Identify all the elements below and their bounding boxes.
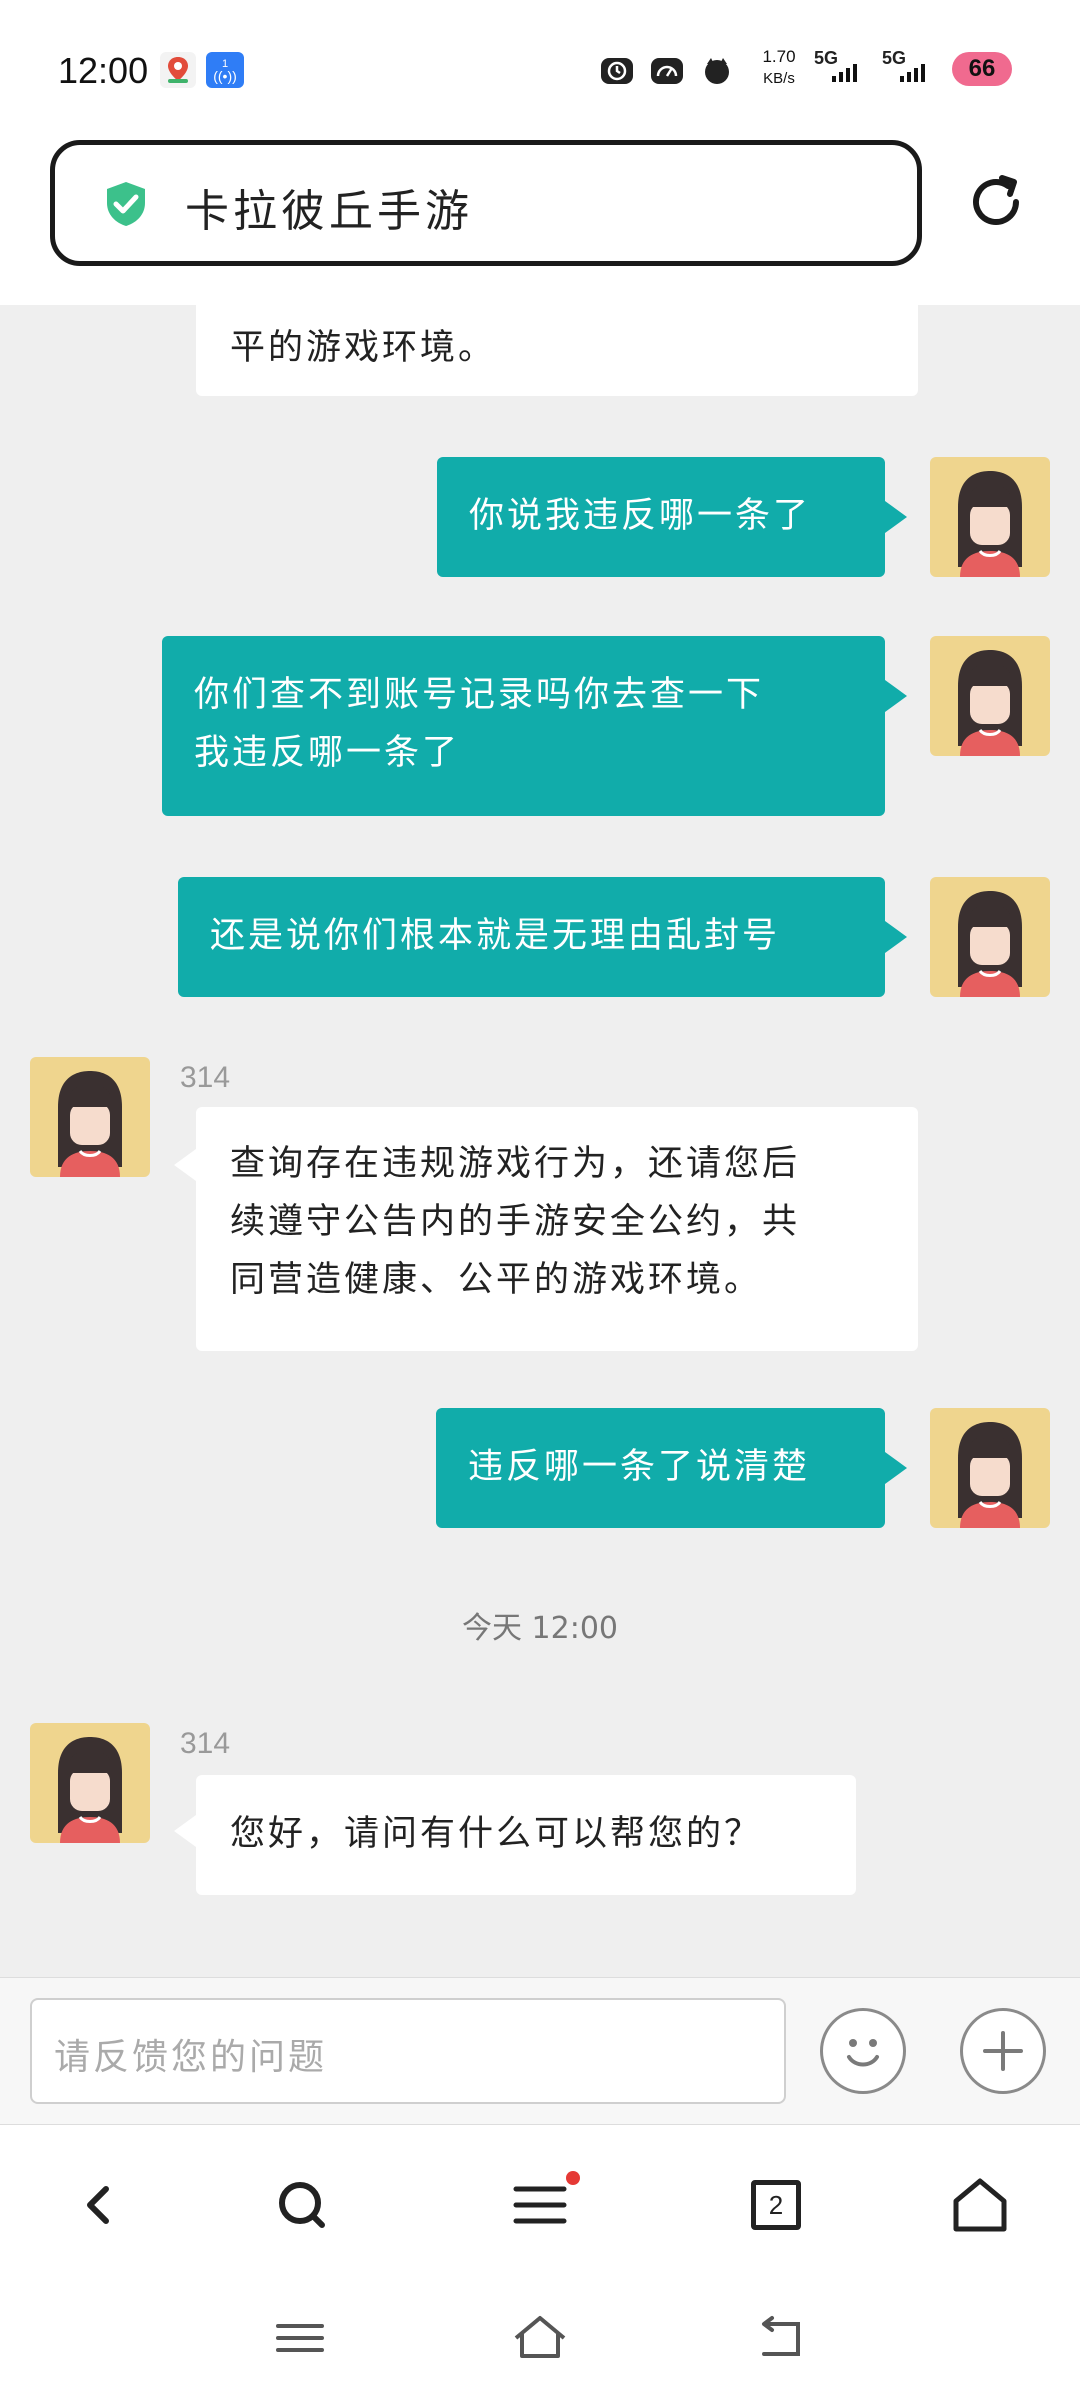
avatar[interactable] (930, 877, 1050, 997)
status-time: 12:00 (58, 50, 149, 91)
home-icon (953, 2178, 1007, 2232)
back-button[interactable] (60, 2165, 140, 2245)
message-bubble-outgoing: 违反哪一条了说清楚 (436, 1408, 885, 1528)
menu-button[interactable] (500, 2165, 580, 2245)
cat-app-icon (700, 54, 734, 88)
alarm-icon (598, 54, 636, 88)
bubble-tail (885, 1452, 907, 1484)
page-title: 卡拉彼丘手游 (185, 186, 473, 237)
avatar[interactable] (30, 1723, 150, 1843)
emoji-button[interactable] (820, 2008, 906, 2094)
message-bubble-outgoing: 还是说你们根本就是无理由乱封号 (178, 877, 885, 997)
avatar[interactable] (30, 1057, 150, 1177)
recent-apps-icon[interactable] (272, 2310, 328, 2366)
system-back-icon[interactable] (752, 2310, 808, 2366)
message-bubble-outgoing: 你说我违反哪一条了 (437, 457, 885, 577)
search-icon (279, 2182, 325, 2228)
speedometer-icon (648, 54, 686, 88)
notification-dot (566, 2171, 580, 2185)
message-bubble-incoming: 平的游戏环境。 (196, 305, 918, 396)
menu-icon (513, 2186, 567, 2224)
chat-timestamp: 今天 12:00 (462, 1611, 618, 1646)
add-attachment-button[interactable] (960, 2008, 1046, 2094)
avatar[interactable] (930, 457, 1050, 577)
message-input[interactable]: 请反馈您的问题 (30, 1998, 786, 2104)
message-bubble-incoming: 查询存在违规游戏行为，还请您后 续遵守公告内的手游安全公约，共 同营造健康、公平… (196, 1107, 918, 1351)
bubble-tail (885, 501, 907, 533)
bubble-tail (174, 1149, 196, 1181)
smiley-icon (847, 2039, 879, 2067)
tabs-icon: 2 (751, 2180, 801, 2230)
map-pin-app-icon (160, 52, 196, 88)
bubble-tail (174, 1815, 196, 1847)
message-bubble-outgoing: 你们查不到账号记录吗你去查一下 我违反哪一条了 (162, 636, 885, 816)
system-home-icon[interactable] (510, 2308, 570, 2368)
bubble-tail (885, 680, 907, 712)
bubble-tail (885, 921, 907, 953)
network-speed: 1.70 KB/s (762, 47, 796, 87)
sender-name: 314 (180, 1061, 231, 1094)
status-bar: 12:00 1 ((•)) 1.70 KB/s 5G 5G 66 (0, 0, 1080, 140)
address-bar[interactable]: 卡拉彼丘手游 (50, 140, 922, 266)
sender-name: 314 (180, 1727, 231, 1760)
tabs-button[interactable]: 2 (736, 2165, 816, 2245)
system-navigation-bar (0, 2280, 1080, 2400)
avatar[interactable] (930, 1408, 1050, 1528)
tab-count: 2 (768, 2189, 784, 2220)
back-icon (87, 2186, 109, 2224)
home-button[interactable] (940, 2165, 1020, 2245)
signal-indicator-2: 5G (882, 48, 942, 88)
composer-bar: 请反馈您的问题 (0, 1977, 1080, 2125)
avatar[interactable] (930, 636, 1050, 756)
message-bubble-incoming: 您好，请问有什么可以帮您的？ (196, 1775, 856, 1895)
chat-area[interactable]: 平的游戏环境。 你说我违反哪一条了 你们查不到账号记录吗你去查一下 我违反哪一条… (0, 305, 1080, 1977)
plus-icon (983, 2031, 1023, 2071)
battery-indicator: 66 (952, 52, 1012, 86)
search-button[interactable] (262, 2165, 342, 2245)
refresh-icon[interactable] (966, 172, 1026, 232)
hotspot-app-icon: 1 ((•)) (206, 52, 244, 88)
shield-check-icon (107, 182, 145, 226)
browser-toolbar: 2 (0, 2125, 1080, 2280)
signal-indicator-1: 5G (814, 48, 874, 88)
